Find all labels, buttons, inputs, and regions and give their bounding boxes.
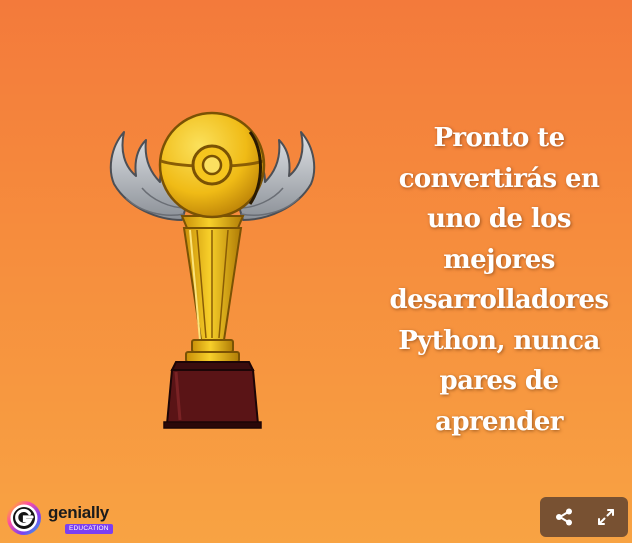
genially-logo-link[interactable]: genially EDUCATION [6,500,118,538]
message-line: aprender [435,406,563,437]
share-icon [556,508,572,526]
share-button[interactable] [542,497,586,537]
message-line: Pronto te [433,123,565,153]
message-line: Python, nunca [398,325,600,356]
fullscreen-icon [598,509,614,525]
message-line: mejores [443,244,555,275]
brand-name: genially [48,503,109,522]
viewer-controls [540,497,628,537]
fullscreen-button[interactable] [584,497,628,537]
genially-logo-icon [7,501,41,535]
message-line: uno de los [427,204,571,234]
message-line: convertirás en [398,163,600,194]
message-line: desarrolladores [389,285,610,315]
motivational-message: Pronto te convertirás en uno de los mejo… [386,118,612,442]
slide-canvas: Pronto te convertirás en uno de los mejo… [0,0,632,543]
message-line: pares de [439,366,559,396]
education-badge: EDUCATION [65,524,113,534]
winged-trophy-icon [109,111,316,429]
